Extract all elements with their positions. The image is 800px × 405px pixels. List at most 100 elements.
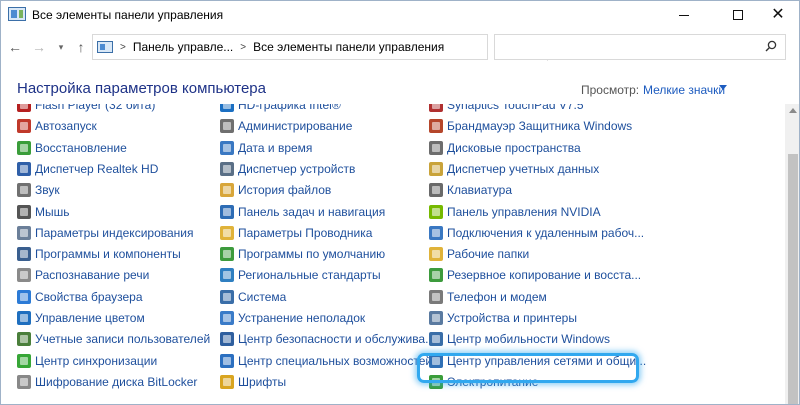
control-panel-item-label: Региональные стандарты [238,268,381,283]
mobility-icon [429,332,443,347]
indexing-icon [17,225,31,240]
control-panel-item[interactable]: Центр безопасности и обслужива... [220,330,435,348]
control-panel-item[interactable]: Центр специальных возможностей [220,352,432,370]
control-panel-item-label: Клавиатура [447,183,512,198]
control-panel-item-label: Рабочие папки [447,247,530,262]
control-panel-item-label: Шифрование диска BitLocker [35,374,198,389]
sync-icon [17,353,31,368]
control-panel-item-label: Автозапуск [35,119,97,134]
chevron-down-icon[interactable] [719,85,727,90]
control-panel-item-label: Звук [35,183,60,198]
vertical-scrollbar[interactable] [785,104,799,404]
minimize-button[interactable] [661,1,707,29]
control-panel-item[interactable]: Диспетчер учетных данных [429,160,599,178]
address-bar[interactable]: > Панель управле... > Все элементы панел… [92,34,569,61]
scroll-thumb[interactable] [788,154,798,404]
control-panel-item[interactable]: Учетные записи пользователей [17,330,210,348]
programs-icon [17,247,31,262]
control-panel-item-label: Программы и компоненты [35,247,181,262]
control-panel-item[interactable]: Диспетчер Realtek HD [17,160,158,178]
datetime-icon [220,140,234,155]
control-panel-item[interactable]: Свойства браузера [17,288,143,306]
firewall-icon [429,119,443,134]
control-panel-item[interactable]: Flash Player (32 бита) [17,104,155,114]
users-icon [17,332,31,347]
intel-icon [220,104,234,112]
forward-arrow-icon[interactable]: → [31,38,47,56]
control-panel-item[interactable]: Параметры Проводника [220,224,372,242]
recovery-icon [17,140,31,155]
control-panel-item-label: История файлов [238,183,332,198]
control-panel-item-label: Устранение неполадок [238,311,366,325]
admin-icon [220,119,234,134]
control-panel-item-label: Программы по умолчанию [238,247,386,262]
explorer-icon [220,225,234,240]
control-panel-item[interactable]: Подключения к удаленным рабоч... [429,224,644,242]
control-panel-item-label: Резервное копирование и восста... [447,268,642,283]
printers-icon [429,311,443,325]
region-icon [220,268,234,283]
control-panel-item[interactable]: Параметры индексирования [17,224,193,242]
touchpad-icon [429,104,443,112]
control-panel-item-label: Дата и время [238,140,313,155]
control-panel-item[interactable]: Восстановление [17,139,127,157]
control-panel-item-label: Брандмауэр Защитника Windows [447,119,633,134]
control-panel-item[interactable]: HD-графика Intel® [220,104,341,114]
control-panel-item[interactable]: Шрифты [220,373,286,391]
control-panel-item-label: Параметры индексирования [35,225,194,240]
breadcrumb-control-panel[interactable]: Панель управле... [133,40,233,54]
control-panel-item[interactable]: Synaptics TouchPad V7.5 [429,104,584,114]
control-panel-item[interactable]: Программы и компоненты [17,245,181,263]
control-panel-item-label: Свойства браузера [35,289,143,304]
security-icon [220,332,234,347]
up-arrow-icon[interactable]: ↑ [73,38,89,56]
recent-locations-icon[interactable]: ▾ [53,38,69,56]
close-button[interactable]: ✕ [755,1,799,29]
control-panel-item[interactable]: Программы по умолчанию [220,245,385,263]
control-panel-item[interactable]: Региональные стандарты [220,266,381,284]
control-panel-item[interactable]: Распознавание речи [17,266,149,284]
control-panel-item[interactable]: Клавиатура [429,181,512,199]
mouse-icon [17,204,31,219]
control-panel-item[interactable]: Устранение неполадок [220,309,365,327]
control-panel-item-label: Телефон и модем [447,289,547,304]
control-panel-item[interactable]: Автозапуск [17,117,97,135]
devices-icon [220,161,234,176]
title-bar: Все элементы панели управления ✕ [1,1,799,29]
control-panel-item[interactable]: Центр синхронизации [17,352,157,370]
maximize-icon [733,10,743,20]
control-panel-item-label: Восстановление [35,140,127,155]
control-panel-item[interactable]: Резервное копирование и восста... [429,266,641,284]
view-by-dropdown[interactable]: Мелкие значки [643,83,725,97]
nvidia-icon [429,204,443,219]
control-panel-item[interactable]: Звук [17,181,60,199]
control-panel-item-label: Система [238,289,287,304]
breadcrumb-all-items[interactable]: Все элементы панели управления [253,40,444,54]
control-panel-item[interactable]: Центр мобильности Windows [429,330,610,348]
control-panel-item[interactable]: История файлов [220,181,331,199]
back-arrow-icon[interactable]: ← [7,38,23,56]
scroll-up-icon[interactable] [789,108,797,113]
fonts-icon [220,374,234,389]
control-panel-item[interactable]: Панель управления NVIDIA [429,203,601,221]
control-panel-item[interactable]: Устройства и принтеры [429,309,577,327]
control-panel-item[interactable]: Мышь [17,203,70,221]
control-panel-item[interactable]: Управление цветом [17,309,145,327]
control-panel-item[interactable]: Система [220,288,286,306]
control-panel-item[interactable]: Брандмауэр Защитника Windows [429,117,632,135]
chevron-right-icon: > [240,41,247,53]
control-panel-item[interactable]: Рабочие папки [429,245,529,263]
control-panel-item-label: Дисковые пространства [447,140,581,155]
control-panel-item[interactable]: Дата и время [220,139,312,157]
minimize-icon [679,14,689,16]
remote-icon [429,225,443,240]
control-panel-item[interactable]: Диспетчер устройств [220,160,355,178]
control-panel-item[interactable]: Панель задач и навигация [220,203,385,221]
control-panel-item[interactable]: Телефон и модем [429,288,547,306]
control-panel-item[interactable]: Дисковые пространства [429,139,581,157]
control-panel-item[interactable]: Администрирование [220,117,352,135]
control-panel-item[interactable]: Шифрование диска BitLocker [17,373,197,391]
search-input[interactable] [494,34,786,60]
control-panel-item-label: Диспетчер Realtek HD [35,161,159,176]
troubleshoot-icon [220,311,234,325]
